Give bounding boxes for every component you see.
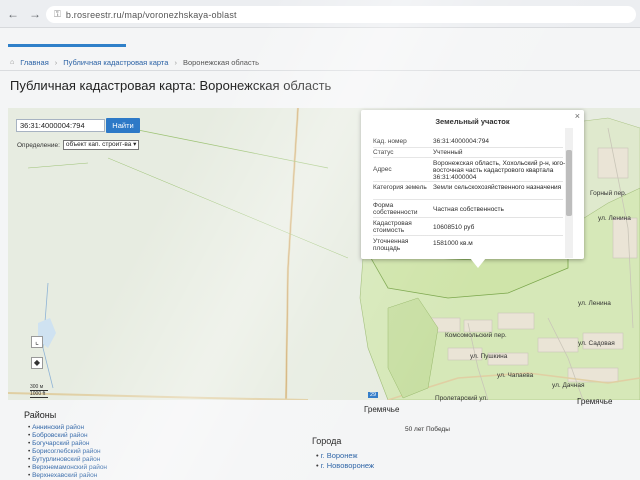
map-street-label: ул. Ленина xyxy=(578,300,611,307)
breadcrumb: ⌂ Главная › Публичная кадастровая карта … xyxy=(10,58,259,67)
home-icon: ⌂ xyxy=(10,59,15,66)
breadcrumb-home[interactable]: Главная xyxy=(20,58,49,67)
prop-key: Статус xyxy=(373,149,394,156)
url-text: b.rosreestr.ru/map/voronezhskaya-oblast xyxy=(65,9,237,20)
map-street-label: Горный пер. xyxy=(590,190,627,197)
cadastral-search-input[interactable]: 36:31:4000004:794 xyxy=(16,119,105,132)
road-number-marker: 29 xyxy=(368,392,379,398)
cities-list: г. Воронеж г. Нововоронеж xyxy=(316,451,374,471)
prop-key: Категория земель xyxy=(373,184,427,191)
breadcrumb-region: Воронежская область xyxy=(182,58,259,67)
breadcrumb-separator: › xyxy=(174,58,177,67)
popup-scroll-thumb[interactable] xyxy=(566,150,572,216)
parcel-info-popup: × Земельный участок Кад. номер 36:31:400… xyxy=(361,110,584,259)
map-street-label: 50 лет Победы xyxy=(405,426,450,433)
prop-value: 1581000 кв.м xyxy=(433,240,473,247)
definition-select[interactable]: объект кап. строит-ва ▾ xyxy=(62,140,140,150)
scale-metric: 300 м xyxy=(30,384,48,391)
map-street-label: ул. Пушкина xyxy=(470,353,508,360)
forward-arrow-icon[interactable]: → xyxy=(26,5,44,23)
city-link[interactable]: г. Воронеж xyxy=(316,451,374,461)
divider xyxy=(0,70,640,71)
definition-selected-value: объект кап. строит-ва xyxy=(65,141,132,148)
map-street-label: ул. Дачная xyxy=(552,382,585,389)
map-street-label: ул. Садовая xyxy=(578,340,615,347)
popup-title: Земельный участок xyxy=(435,117,510,126)
breadcrumb-separator: › xyxy=(54,58,58,67)
scale-imperial: 1000 ft xyxy=(30,391,48,398)
district-link[interactable]: Верхнехавский район xyxy=(28,472,107,480)
divider xyxy=(373,199,563,200)
map-scale: 300 м 1000 ft xyxy=(30,384,48,398)
page-title: Публичная кадастровая карта: Воронежская… xyxy=(10,78,332,93)
prop-key: Адрес xyxy=(373,166,392,173)
districts-list: Аннинский район Бобровский район Богучар… xyxy=(28,424,107,480)
prop-value: Земли сельскохозяйственного назначения xyxy=(433,184,562,191)
prop-value: 36:31:4000004:794 xyxy=(433,138,490,145)
tab-accent-bar xyxy=(8,44,126,47)
definition-label: Определение: xyxy=(17,141,60,149)
map-village-label: Гремячье xyxy=(364,405,400,414)
breadcrumb-cadastral-map[interactable]: Публичная кадастровая карта xyxy=(63,58,168,67)
prop-key: Форма собственности xyxy=(373,202,418,216)
district-link[interactable]: Борисоглебский район xyxy=(28,448,107,456)
divider xyxy=(373,181,563,182)
prop-key: Уточненная площадь xyxy=(373,238,409,252)
divider xyxy=(373,157,563,158)
back-arrow-icon[interactable]: ← xyxy=(4,5,22,23)
district-link[interactable]: Бутурлиновский район xyxy=(28,456,107,464)
prop-key: Кад. номер xyxy=(373,138,407,145)
prop-value: Воронежская область, Хохольский р-н, юго… xyxy=(433,160,566,181)
map-street-label: ул. Ленина xyxy=(598,215,631,222)
browser-toolbar: ← → ↻ ⚿ b.rosreestr.ru/map/voronezhskaya… xyxy=(0,0,640,28)
prop-value: Частная собственность xyxy=(433,206,504,213)
cities-heading: Города xyxy=(312,436,342,446)
district-link[interactable]: Богучарский район xyxy=(28,440,107,448)
definition-row: Определение: объект кап. строит-ва ▾ xyxy=(17,140,140,150)
district-link[interactable]: Аннинский район xyxy=(28,424,107,432)
district-link[interactable]: Бобровский район xyxy=(28,432,107,440)
ruler-tool-button[interactable]: ⌞ xyxy=(31,336,43,348)
map-village-label: Гремячье xyxy=(577,397,613,406)
lock-icon: ⚿ xyxy=(54,9,61,19)
prop-key: Кадастровая стоимость xyxy=(373,220,412,234)
prop-value: 10608510 руб xyxy=(433,224,475,231)
map-street-label: Комсомольский пер. xyxy=(445,332,507,339)
address-bar[interactable]: ⚿ b.rosreestr.ru/map/voronezhskaya-oblas… xyxy=(46,6,636,23)
divider xyxy=(373,217,563,218)
divider xyxy=(373,147,563,148)
city-link[interactable]: г. Нововоронеж xyxy=(316,461,374,471)
layers-tool-button[interactable]: ◆ xyxy=(31,357,43,369)
popup-pointer xyxy=(470,258,486,268)
map-street-label: Пролетарский ул. xyxy=(435,395,488,402)
divider xyxy=(373,235,563,236)
districts-heading: Районы xyxy=(24,410,57,420)
search-button[interactable]: Найти xyxy=(106,118,140,133)
district-link[interactable]: Верхнемамонский район xyxy=(28,464,107,472)
map-street-label: ул. Чапаева xyxy=(497,372,534,379)
prop-value: Учтенный xyxy=(433,149,463,156)
